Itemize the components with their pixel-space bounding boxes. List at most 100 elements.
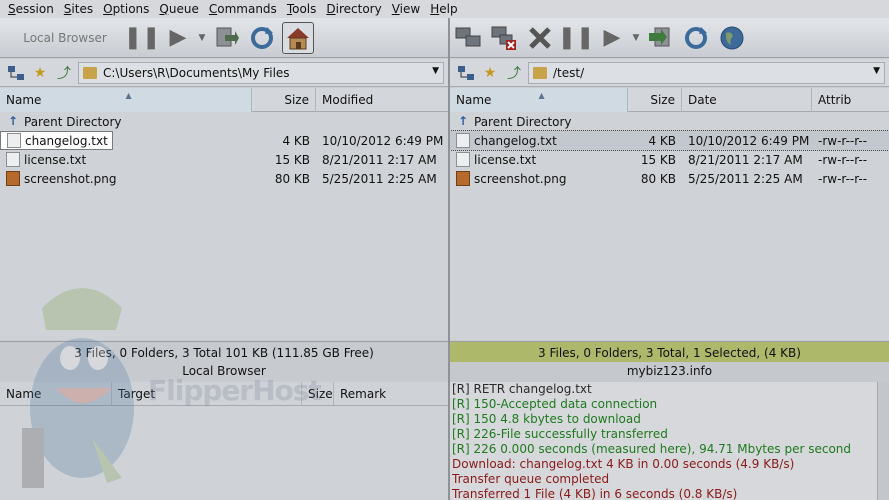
- local-status-bar: 3 Files, 0 Folders, 3 Total 101 KB (111.…: [0, 341, 448, 381]
- local-path-bar: ★ ⤴ C:\Users\R\Documents\My Files ▼: [0, 59, 448, 87]
- file-row[interactable]: changelog.txt 4 KB 10/10/2012 6:49 PM -rw-r…: [449, 130, 889, 151]
- pause-icon[interactable]: ❚❚: [124, 22, 161, 54]
- column-attrib[interactable]: Attrib: [812, 88, 889, 112]
- file-name: Parent Directory: [24, 114, 122, 129]
- chevron-down-icon[interactable]: ▼: [432, 66, 439, 76]
- file-name: Parent Directory: [474, 114, 572, 129]
- local-toolbar: Local Browser ❚❚ ▶ ▼: [0, 18, 448, 58]
- file-row[interactable]: changelog.txt 4 KB 10/10/2012 6:49 PM: [0, 131, 448, 150]
- download-queue-icon[interactable]: [644, 22, 676, 54]
- queue-column-target[interactable]: Target: [112, 382, 302, 405]
- favorites-star-icon[interactable]: ★: [30, 63, 50, 83]
- column-date[interactable]: Date: [682, 88, 812, 112]
- menu-tools[interactable]: Tools: [283, 2, 321, 16]
- globe-icon[interactable]: [716, 22, 748, 54]
- file-name: changelog.txt: [25, 133, 108, 148]
- menu-sites[interactable]: Sites: [60, 2, 97, 16]
- log-line: [R] 150-Accepted data connection: [452, 397, 658, 411]
- menu-commands[interactable]: Commands: [205, 2, 281, 16]
- remote-path-input[interactable]: /test/ ▼: [528, 61, 885, 84]
- file-modified: 10/10/2012 6:49 PM: [322, 133, 444, 148]
- queue-column-name[interactable]: Name: [0, 382, 112, 405]
- chevron-down-icon[interactable]: ▼: [196, 22, 208, 54]
- file-row[interactable]: screenshot.png 80 KB 5/25/2011 2:25 AM: [0, 169, 448, 188]
- log-line: Transfer queue completed: [452, 472, 610, 486]
- transfer-queue: Name Target Size Remark: [0, 382, 448, 500]
- network-icon[interactable]: [6, 63, 26, 83]
- connect-icon[interactable]: [452, 22, 484, 54]
- file-size: 4 KB: [282, 133, 310, 148]
- file-name-cell: screenshot.png: [450, 171, 628, 186]
- home-icon[interactable]: [282, 21, 314, 54]
- up-directory-icon[interactable]: ⤴: [504, 63, 524, 83]
- queue-column-remark[interactable]: Remark: [334, 382, 448, 405]
- text-file-icon: [456, 152, 470, 167]
- file-name-cell: screenshot.png: [0, 171, 252, 186]
- file-size: 15 KB: [640, 152, 676, 167]
- chevron-down-icon[interactable]: ▼: [873, 66, 880, 76]
- file-size: 4 KB: [648, 133, 676, 148]
- local-path-input[interactable]: C:\Users\R\Documents\My Files ▼: [78, 61, 444, 84]
- file-row[interactable]: ↑ Parent Directory: [0, 112, 448, 131]
- log-line: Transferred 1 File (4 KB) in 6 seconds (…: [452, 487, 738, 500]
- remote-path-text: /test/: [553, 65, 585, 80]
- parent-directory-icon: ↑: [457, 114, 469, 128]
- play-icon[interactable]: ▶: [162, 22, 194, 54]
- transfer-queue-icon[interactable]: [210, 22, 242, 54]
- column-size[interactable]: Size: [252, 88, 316, 112]
- file-name: screenshot.png: [474, 171, 567, 186]
- drag-highlight: changelog.txt: [0, 131, 113, 150]
- text-file-icon: [456, 133, 470, 148]
- remote-toolbar: ❚❚ ▶ ▼: [450, 18, 889, 58]
- file-size: 15 KB: [274, 152, 310, 167]
- pause-icon[interactable]: ❚❚: [558, 22, 595, 54]
- file-row[interactable]: license.txt 15 KB 8/21/2011 2:17 AM -rw-r--…: [450, 150, 889, 169]
- ftp-client-window: Session Sites Options Queue Commands Too…: [0, 0, 889, 500]
- menu-view[interactable]: View: [388, 2, 424, 16]
- queue-column-size[interactable]: Size: [302, 382, 334, 405]
- file-name-cell: changelog.txt: [450, 133, 628, 148]
- local-status-label: Local Browser: [182, 364, 266, 378]
- file-modified: 8/21/2011 2:17 AM: [322, 152, 437, 167]
- file-date: 5/25/2011 2:25 AM: [688, 171, 803, 186]
- column-name[interactable]: Name ▲: [450, 88, 628, 112]
- column-size[interactable]: Size: [628, 88, 682, 112]
- session-log: [R] RETR changelog.txt [R] 150-Accepted d…: [450, 382, 889, 500]
- file-row[interactable]: license.txt 15 KB 8/21/2011 2:17 AM: [0, 150, 448, 169]
- menu-options[interactable]: Options: [99, 2, 153, 16]
- menu-queue[interactable]: Queue: [155, 2, 202, 16]
- file-row[interactable]: ↑ Parent Directory: [450, 112, 889, 131]
- sort-arrow-icon: ▲: [125, 91, 132, 100]
- file-date: 10/10/2012 6:49 PM: [688, 133, 810, 148]
- up-directory-icon[interactable]: ⤴: [54, 63, 74, 83]
- column-name[interactable]: Name ▲: [0, 88, 252, 112]
- file-name-cell: license.txt: [450, 152, 628, 167]
- menu-session[interactable]: Session: [4, 2, 58, 16]
- image-file-icon: [6, 171, 20, 186]
- menu-directory[interactable]: Directory: [322, 2, 385, 16]
- local-browser-button[interactable]: Local Browser: [6, 24, 124, 52]
- remote-list-header: Name ▲ Size Date Attrib: [450, 88, 889, 112]
- menu-help[interactable]: Help: [426, 2, 461, 16]
- play-icon[interactable]: ▶: [596, 22, 628, 54]
- folder-icon: [83, 66, 97, 79]
- chevron-down-icon[interactable]: ▼: [630, 22, 642, 54]
- remote-status-bar: 3 Files, 0 Folders, 3 Total, 1 Selected,…: [450, 341, 889, 382]
- log-line: [R] 226 0.000 seconds (measured here), 9…: [452, 442, 852, 456]
- pane-splitter[interactable]: [448, 18, 450, 500]
- file-name: license.txt: [24, 152, 87, 167]
- column-modified[interactable]: Modified: [316, 88, 448, 112]
- network-icon[interactable]: [456, 63, 476, 83]
- file-row[interactable]: screenshot.png 80 KB 5/25/2011 2:25 AM -rw-…: [450, 169, 889, 188]
- refresh-icon[interactable]: [246, 22, 278, 54]
- favorites-star-icon[interactable]: ★: [480, 63, 500, 83]
- log-scrollbar[interactable]: [877, 382, 889, 500]
- local-status-summary: 3 Files, 0 Folders, 3 Total 101 KB (111.…: [74, 346, 374, 360]
- file-name: changelog.txt: [474, 133, 557, 148]
- text-file-icon: [7, 133, 21, 148]
- file-name-cell: changelog.txt: [0, 131, 252, 150]
- disconnect-icon[interactable]: [488, 22, 520, 54]
- refresh-icon[interactable]: [680, 22, 712, 54]
- log-line: [R] 150 4.8 kbytes to download: [452, 412, 641, 426]
- delete-icon[interactable]: [524, 22, 556, 54]
